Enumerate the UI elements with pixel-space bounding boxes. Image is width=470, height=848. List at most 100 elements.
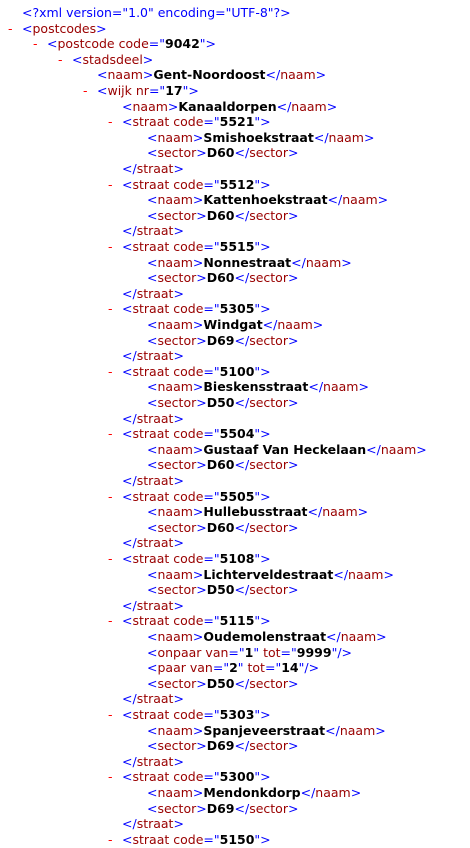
tag-bracket: < <box>147 332 158 348</box>
xml-line-content: <stadsdeel> <box>72 52 153 68</box>
tag-name: sector <box>157 207 197 223</box>
attribute-quote: =" <box>148 36 165 52</box>
tag-bracket: > <box>287 519 299 535</box>
tag-name: straat <box>132 831 170 847</box>
element-text: Hullebusstraat <box>203 504 308 520</box>
element-text: Kanaaldorpen <box>178 98 277 114</box>
collapse-toggle-icon[interactable]: - <box>108 177 113 193</box>
tag-name: naam <box>339 722 376 738</box>
element-text: D60 <box>206 457 235 473</box>
element-text: Mendonkdorp <box>203 785 301 800</box>
tag-bracket: > <box>341 254 352 270</box>
tag-name: straat <box>136 535 174 551</box>
attribute-quote: =" <box>264 660 282 676</box>
xml-line: <naam>Windgat</naam> <box>0 317 470 333</box>
xml-line: - <wijk nr="17"> <box>0 83 470 99</box>
tag-bracket: </ <box>262 317 278 332</box>
tag-bracket: > <box>173 597 184 613</box>
xml-line: - <stadsdeel> <box>0 52 470 68</box>
collapse-toggle-icon[interactable]: - <box>108 551 113 567</box>
attribute-quote: =" <box>148 83 166 98</box>
xml-line: </straat> <box>0 535 470 551</box>
attribute-quote: =" <box>203 363 220 379</box>
element-text: Gent-Noordoost <box>153 67 266 83</box>
tag-name: straat <box>136 691 174 707</box>
tag-bracket: </ <box>234 207 250 223</box>
tag-bracket: </ <box>234 519 250 535</box>
element-text: D60 <box>206 207 235 223</box>
xml-line: - <postcodes> <box>0 21 470 37</box>
tag-name: straat <box>136 473 174 488</box>
tag-bracket: > <box>192 441 204 457</box>
collapse-toggle-icon[interactable]: - <box>83 83 88 99</box>
tag-bracket: </ <box>122 223 137 239</box>
collapse-toggle-icon[interactable]: - <box>58 52 63 68</box>
tag-bracket: > <box>287 738 299 754</box>
collapse-toggle-icon[interactable]: - <box>108 364 113 380</box>
attribute-quote: =" <box>203 551 220 566</box>
collapse-toggle-icon[interactable]: - <box>8 21 13 37</box>
tag-bracket: </ <box>234 332 250 348</box>
tag-bracket: </ <box>366 441 381 457</box>
tag-bracket: > <box>196 519 207 535</box>
tag-bracket: < <box>147 254 158 270</box>
xml-line-content: <?xml version="1.0" encoding="UTF-8"?> <box>22 5 291 21</box>
collapse-toggle-icon[interactable]: - <box>108 301 113 317</box>
xml-line: <sector>D60</sector> <box>0 457 470 473</box>
tag-name: sector <box>249 582 288 598</box>
attribute-value: 14 <box>281 660 299 676</box>
xml-line-content: </straat> <box>122 598 184 614</box>
tag-bracket: > <box>260 426 271 442</box>
collapse-toggle-icon[interactable]: - <box>108 707 113 723</box>
collapse-toggle-icon[interactable]: - <box>108 489 113 505</box>
tag-name: sector <box>249 332 288 348</box>
xml-line-content: </straat> <box>122 161 184 177</box>
collapse-toggle-icon[interactable]: - <box>108 832 113 848</box>
xml-line-content: <naam>Bieskensstraat</naam> <box>147 379 369 395</box>
xml-line: - <straat code="5515"> <box>0 239 470 255</box>
tag-name: sector <box>157 395 197 410</box>
collapse-toggle-icon[interactable]: - <box>33 36 38 52</box>
collapse-toggle-icon[interactable]: - <box>108 426 113 442</box>
xml-line-content: <straat code="5515"> <box>122 239 271 255</box>
attribute-quote: =" <box>203 114 220 130</box>
tag-bracket: </ <box>234 582 250 598</box>
tag-name: sector <box>157 519 197 535</box>
xml-line: </straat> <box>0 598 470 614</box>
tag-bracket: > <box>260 114 271 130</box>
xml-line-content: <naam>Gent-Noordoost</naam> <box>97 67 326 83</box>
attribute-quote: =" <box>228 644 245 660</box>
xml-line-content: <naam>Lichterveldestraat</naam> <box>147 567 394 583</box>
tag-bracket: > <box>205 36 217 52</box>
xml-line: <naam>Bieskensstraat</naam> <box>0 379 470 395</box>
xml-line: - <straat code="5504"> <box>0 426 470 442</box>
collapse-toggle-icon[interactable]: - <box>108 613 113 629</box>
xml-line: </straat> <box>0 286 470 302</box>
tag-bracket: < <box>122 769 133 785</box>
attribute-value: 5150 <box>219 831 255 847</box>
xml-line-content: <naam>Oudemolenstraat</naam> <box>147 629 387 645</box>
xml-line-content: <onpaar van="1" tot="9999"/> <box>147 645 352 661</box>
tag-name: naam <box>157 129 193 145</box>
attribute-value: 5505 <box>219 488 255 504</box>
tag-name: naam <box>280 67 316 83</box>
tag-name: sector <box>157 332 197 348</box>
tag-name: naam <box>305 254 342 270</box>
tag-bracket: < <box>122 114 133 130</box>
xml-line: - <straat code="5521"> <box>0 114 470 130</box>
tag-name: sector <box>249 457 288 473</box>
tag-name: naam <box>107 67 143 83</box>
tag-name: sector <box>157 145 197 161</box>
tag-name: sector <box>157 800 197 816</box>
tag-name: naam <box>291 98 327 114</box>
collapse-toggle-icon[interactable]: - <box>108 239 113 255</box>
attribute-quote: =" <box>280 644 297 660</box>
xml-line: <sector>D50</sector> <box>0 582 470 598</box>
xml-line: - <straat code="5305"> <box>0 301 470 317</box>
attribute-quote: =" <box>203 707 220 722</box>
tag-bracket: > <box>416 441 427 457</box>
tag-bracket: < <box>122 426 133 442</box>
collapse-toggle-icon[interactable]: - <box>108 114 113 130</box>
xml-line-content: <sector>D69</sector> <box>147 738 298 754</box>
collapse-toggle-icon[interactable]: - <box>108 769 113 785</box>
